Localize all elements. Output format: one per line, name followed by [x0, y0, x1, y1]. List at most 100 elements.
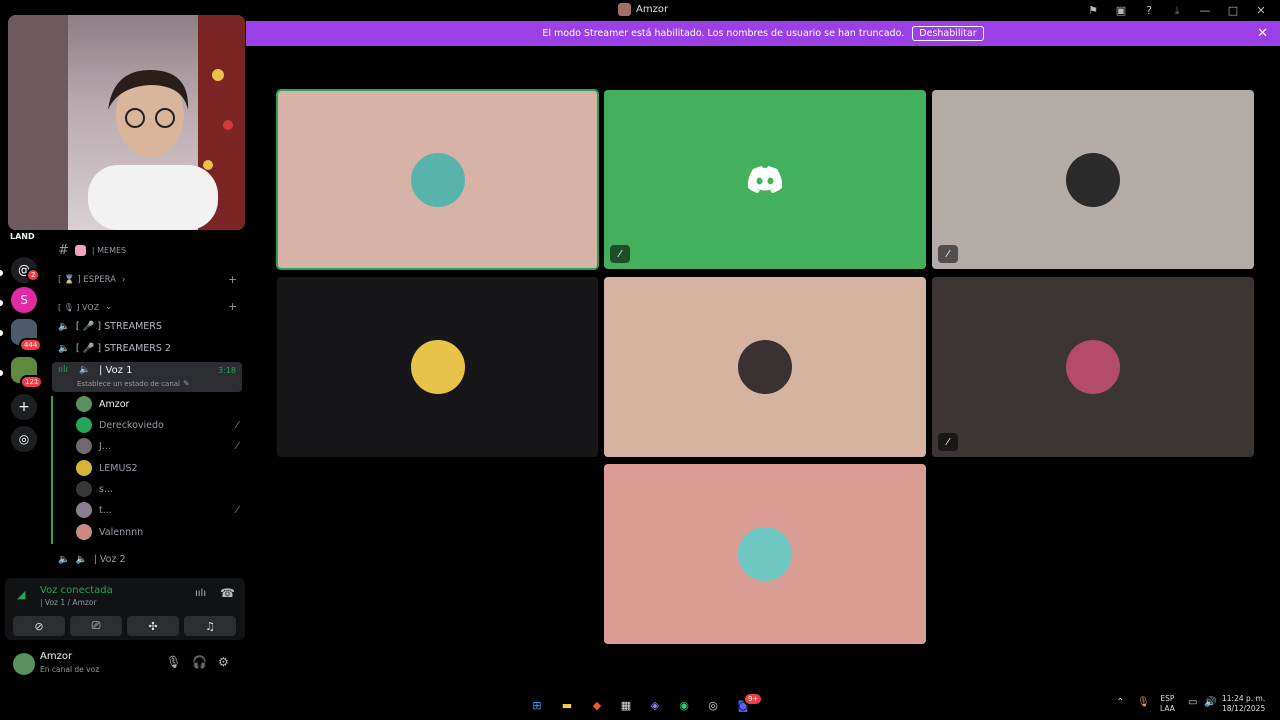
- avatar: [76, 438, 92, 454]
- voice-user[interactable]: s...: [76, 479, 238, 499]
- participant-tile[interactable]: [276, 89, 599, 270]
- participant-tile[interactable]: ⁄: [604, 90, 926, 269]
- voice-activity-icon: ıılı: [58, 365, 69, 375]
- voice-user-name: LEMUS2: [99, 462, 138, 474]
- channel-voz2-label: | Voz 2: [93, 553, 126, 565]
- clock[interactable]: 11:24 p. m. 18/12/2025: [1222, 694, 1265, 714]
- maximize-icon[interactable]: □: [1222, 2, 1244, 19]
- whatsapp-icon[interactable]: ◉: [673, 694, 695, 716]
- category-espera[interactable]: [ ⌛ ] ESPERA ›: [58, 270, 125, 290]
- discord-badge: 9+: [743, 692, 764, 706]
- brave-browser-icon[interactable]: ◆: [586, 694, 608, 716]
- microphone-tray-icon[interactable]: 🎙: [1137, 698, 1150, 708]
- participant-tile[interactable]: ⁄: [932, 277, 1254, 457]
- language-code: ESP: [1160, 694, 1175, 703]
- store-icon[interactable]: ▦: [615, 694, 637, 716]
- voice-user[interactable]: Valennnn: [76, 522, 238, 542]
- windows-start-icon[interactable]: ⊞: [526, 694, 548, 716]
- language-indicator[interactable]: ESP LAA: [1160, 694, 1175, 714]
- speaker-icon: 🔈: [58, 553, 70, 565]
- voice-users-indicator: [51, 396, 53, 544]
- channel-memes[interactable]: # | MEMES: [58, 240, 126, 260]
- server-badge-2: 444: [19, 338, 43, 352]
- discord-logo-icon: [747, 165, 783, 193]
- inbox-icon[interactable]: ▣: [1110, 2, 1132, 19]
- voice-user[interactable]: J... ⁄: [76, 436, 238, 456]
- server-pip-3: [0, 330, 3, 336]
- taskbar: ⊞ ▬ ◆ ▦ ◈ ◉ ◎ ◙ 9+ ⌃ 🎙 ESP LAA ▭ 🔊 11:24…: [0, 690, 1280, 720]
- banner-close-icon[interactable]: ✕: [1257, 26, 1268, 41]
- speaker-icon: 🔈: [75, 553, 88, 565]
- chevron-down-icon: ⌄: [105, 302, 113, 312]
- voice-status[interactable]: Voz conectada: [40, 585, 113, 596]
- clock-time: 11:24 p. m.: [1222, 694, 1266, 703]
- camera-off-icon: ⊘: [34, 619, 44, 633]
- channel-streamers[interactable]: 🔈 [ 🎤 ] STREAMERS: [58, 316, 162, 336]
- participant-tile[interactable]: ⁄: [932, 90, 1254, 269]
- flag-icon[interactable]: ⚑: [1082, 2, 1104, 19]
- avatar[interactable]: [13, 653, 35, 675]
- voice-user[interactable]: LEMUS2: [76, 458, 238, 478]
- screen-share-button[interactable]: ⎚: [70, 616, 122, 636]
- channel-voz1-label: | Voz 1: [99, 365, 133, 376]
- activities-button[interactable]: ✣: [127, 616, 179, 636]
- hash-icon: #: [58, 242, 69, 258]
- participant-tile[interactable]: [604, 277, 926, 457]
- participant-tile[interactable]: [604, 464, 926, 644]
- headphones-icon[interactable]: 🎧: [192, 655, 207, 669]
- camera-button[interactable]: ⊘: [13, 616, 65, 636]
- mic-muted-icon: ⁄: [938, 245, 958, 263]
- voice-user[interactable]: t... ⁄: [76, 500, 238, 520]
- steam-icon[interactable]: ◎: [702, 694, 724, 716]
- voice-user-name: Dereckoviedo: [99, 419, 164, 431]
- voice-channel-path[interactable]: | Voz 1 / Amzor: [40, 598, 96, 607]
- category-voz-label: [ 🎙 ] VOZ: [58, 302, 100, 312]
- server-icon-s[interactable]: S: [11, 287, 37, 313]
- disconnect-icon[interactable]: ☎: [220, 586, 235, 600]
- noise-suppression-icon[interactable]: ıılı: [195, 588, 206, 599]
- category-voz[interactable]: [ 🎙 ] VOZ ⌄: [58, 297, 112, 317]
- soundboard-button[interactable]: ♫: [184, 616, 236, 636]
- participant-tile[interactable]: [277, 277, 598, 457]
- game-controller-icon[interactable]: ◈: [644, 694, 666, 716]
- file-explorer-icon[interactable]: ▬: [556, 694, 578, 716]
- channel-memes-label: | MEMES: [91, 245, 127, 255]
- avatar: [410, 152, 465, 207]
- avatar: [738, 340, 792, 394]
- clock-date: 18/12/2025: [1222, 704, 1266, 713]
- webcam-person-image: [8, 15, 245, 230]
- download-icon[interactable]: ⤓: [1166, 2, 1188, 19]
- help-icon[interactable]: ?: [1138, 2, 1160, 19]
- add-channel-icon-espera[interactable]: +: [228, 273, 237, 286]
- network-icon[interactable]: ▭: [1188, 698, 1197, 708]
- avatar: [738, 527, 792, 581]
- voice-user[interactable]: Dereckoviedo ⁄: [76, 415, 238, 435]
- avatar: [76, 524, 92, 540]
- channel-voz2[interactable]: 🔈 🔈 | Voz 2: [58, 549, 126, 569]
- add-server-icon[interactable]: +: [11, 394, 37, 420]
- channel-voz1-timer: 3:18: [218, 366, 236, 375]
- minimize-icon[interactable]: —: [1194, 2, 1216, 19]
- speaker-icon: 🔈: [58, 320, 70, 332]
- language-layout: LAA: [1160, 704, 1175, 713]
- channel-streamers2-label: [ 🎤 ] STREAMERS 2: [75, 342, 171, 354]
- channel-streamers-2[interactable]: 🔈 [ 🎤 ] STREAMERS 2: [58, 338, 171, 358]
- tray-overflow-icon[interactable]: ⌃: [1116, 698, 1124, 708]
- pencil-icon[interactable]: ✎: [183, 379, 190, 388]
- channel-status-prompt[interactable]: Establece un estado de canal: [77, 380, 180, 388]
- user-name[interactable]: Amzor: [40, 651, 72, 662]
- server-logo-text: LAND: [10, 232, 35, 241]
- window-avatar: [618, 3, 631, 16]
- volume-icon[interactable]: 🔊: [1204, 698, 1216, 708]
- add-channel-icon-voz[interactable]: +: [228, 300, 237, 313]
- discover-icon[interactable]: ◎: [11, 426, 37, 452]
- disable-streamer-button[interactable]: Deshabilitar: [912, 26, 984, 41]
- voice-user[interactable]: Amzor: [76, 394, 238, 414]
- microphone-icon[interactable]: 🎙: [166, 655, 181, 669]
- server-badge-1: 2: [26, 268, 41, 282]
- category-espera-label: [ ⌛ ] ESPERA: [58, 275, 116, 285]
- user-panel: Amzor En canal de voz 🎙 🎧 ⚙: [5, 645, 245, 683]
- channel-voz1-active[interactable]: ıılı 🔈 | Voz 1 3:18 Establece un estado …: [52, 362, 242, 392]
- settings-gear-icon[interactable]: ⚙: [218, 655, 229, 669]
- close-icon[interactable]: ✕: [1250, 2, 1272, 19]
